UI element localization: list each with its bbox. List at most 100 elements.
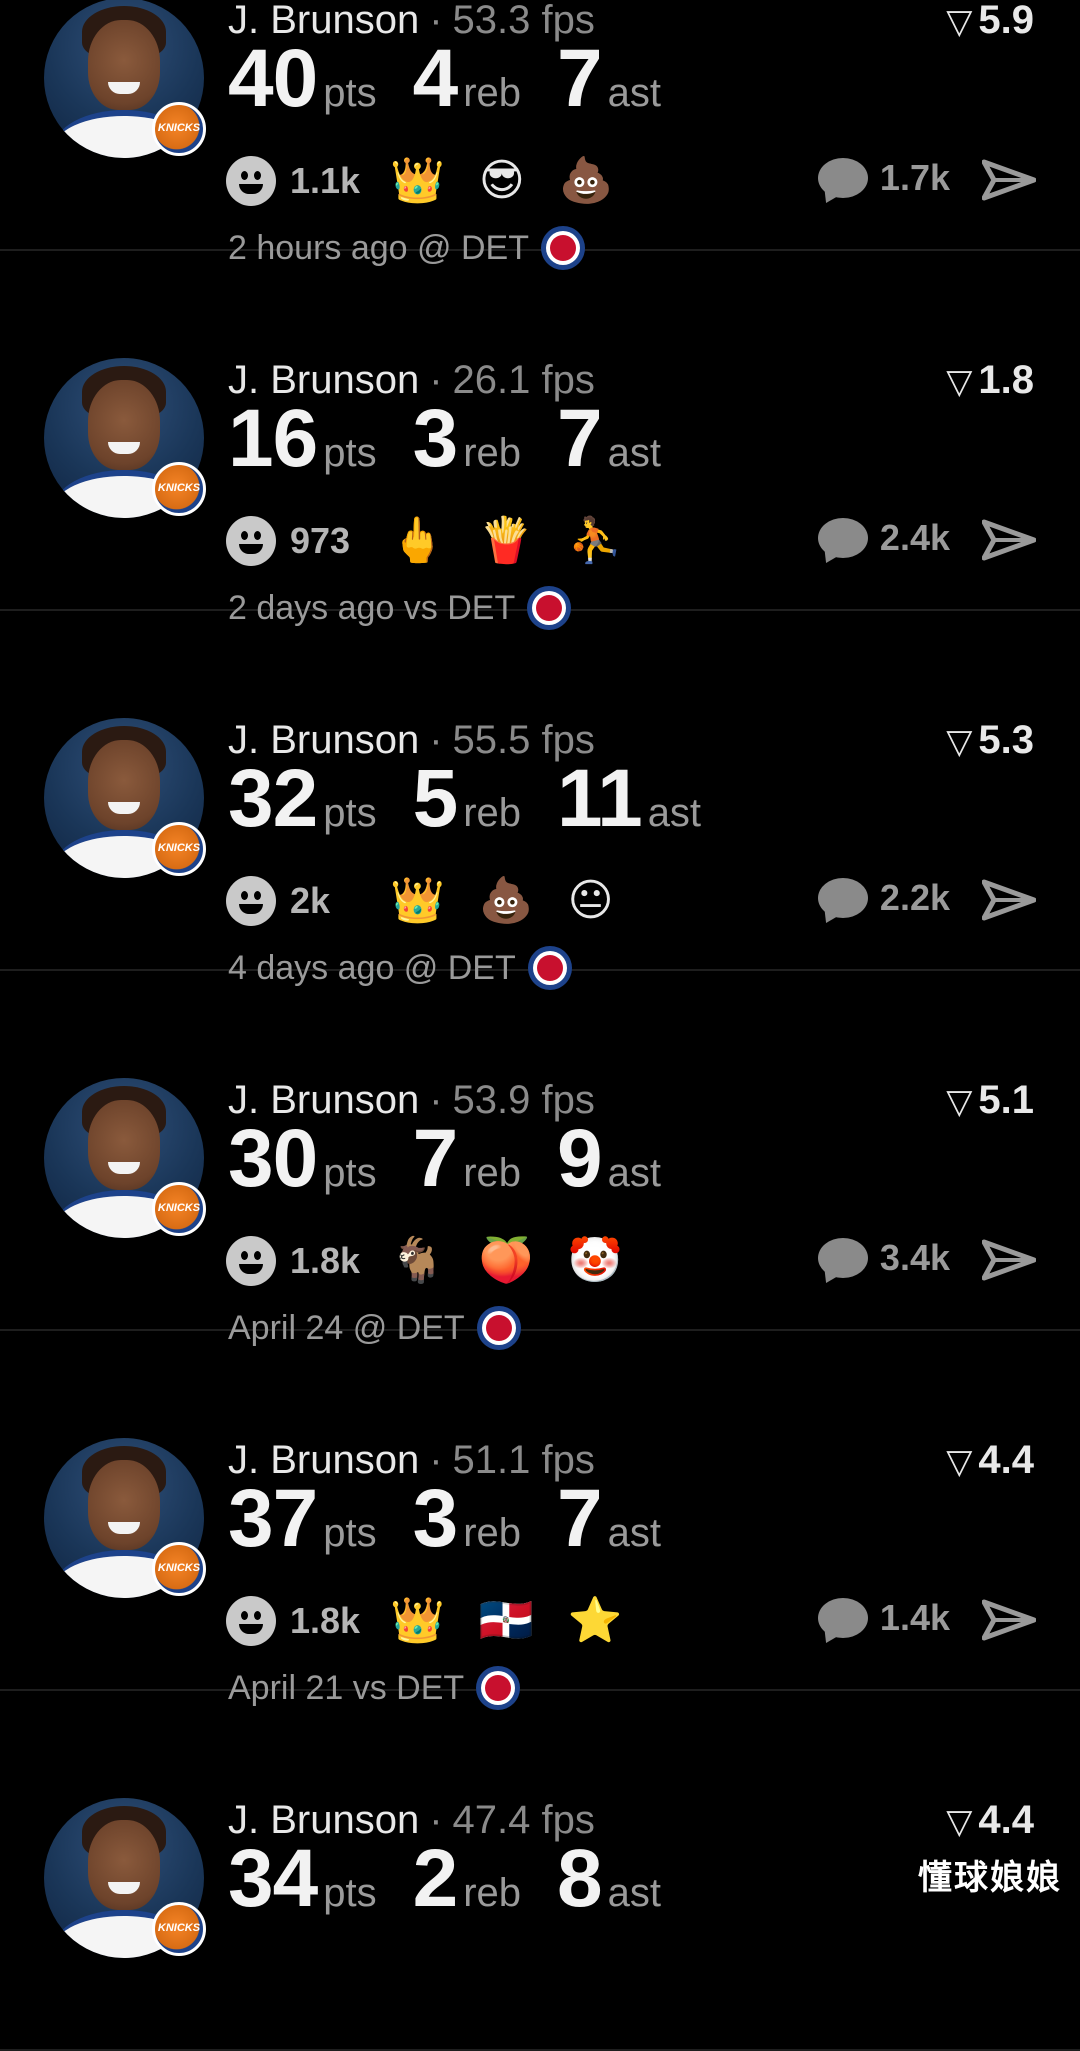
stat-unit: reb — [463, 1151, 521, 1195]
post-card-body[interactable]: KNICKS J. Brunson · 51.1 fps ▽ 4.4 37 pts 3 re… — [0, 1332, 1080, 1710]
stat-value: 7 — [557, 393, 603, 484]
comments-button[interactable]: 3.4k — [817, 1237, 950, 1279]
knicks-badge-icon: KNICKS — [152, 1182, 206, 1236]
stat-line: 37 pts 3 reb 7 ast — [228, 1472, 697, 1566]
comment-count: 1.4k — [879, 1597, 950, 1638]
stat-value: 8 — [557, 1833, 603, 1924]
reaction-emoji[interactable]: 💩 — [559, 159, 614, 203]
post-card[interactable]: KNICKS J. Brunson · 51.1 fps ▽ 4.4 37 pts 3 re… — [0, 1332, 1080, 1710]
comment-count: 2.4k — [879, 517, 950, 558]
stat-unit: ast — [607, 1871, 661, 1915]
reaction-emoji[interactable]: 😐 — [568, 879, 614, 923]
reaction-emoji[interactable]: 💩 — [479, 879, 534, 923]
reaction-count: 973 — [290, 520, 351, 561]
rating-triangle-icon: ▽ — [946, 1443, 973, 1481]
stat-value: 4 — [412, 33, 459, 124]
comments-button[interactable]: 1.7k — [817, 157, 950, 199]
stat-value: 3 — [412, 1473, 459, 1564]
rating-triangle-icon: ▽ — [946, 1083, 973, 1121]
comments-button[interactable]: 2.4k — [817, 517, 950, 559]
stat-line: 30 pts 7 reb 9 ast — [228, 1112, 697, 1206]
stat-value: 3 — [412, 393, 459, 484]
stat-line: 32 pts 5 reb 11 ast — [228, 752, 737, 846]
reaction-emoji[interactable]: 🖕 — [390, 519, 445, 563]
comment-bubble-icon — [817, 158, 868, 198]
rating[interactable]: ▽ 5.9 — [946, 0, 1034, 43]
comment-count: 1.7k — [879, 157, 950, 198]
reactions-bar: 973 🖕 🍟 ⛹ — [226, 514, 656, 568]
stat-value: 5 — [412, 753, 459, 844]
reaction-emoji[interactable]: 🇩🇴 — [479, 1599, 534, 1643]
stat-value: 16 — [228, 393, 318, 484]
rating[interactable]: ▽ 5.1 — [946, 1078, 1034, 1123]
reaction-emoji[interactable]: ⛹ — [568, 519, 623, 563]
post-card[interactable]: KNICKS J. Brunson · 26.1 fps ▽ 1.8 16 pts 3 re… — [0, 252, 1080, 630]
rating-triangle-icon: ▽ — [946, 723, 973, 761]
reaction-emoji[interactable]: 👑 — [390, 1599, 445, 1643]
share-arrow-icon[interactable] — [982, 518, 1036, 562]
stat-value: 7 — [412, 1113, 459, 1204]
knicks-badge-icon: KNICKS — [152, 822, 206, 876]
smiley-icon[interactable] — [226, 156, 276, 206]
share-arrow-icon[interactable] — [982, 1598, 1036, 1642]
stat-value: 30 — [228, 1113, 318, 1204]
stat-unit: ast — [607, 431, 661, 475]
stat-value: 2 — [412, 1833, 459, 1924]
rating[interactable]: ▽ 4.4 — [946, 1798, 1034, 1843]
share-arrow-icon[interactable] — [982, 1238, 1036, 1282]
rating[interactable]: ▽ 1.8 — [946, 358, 1034, 403]
reaction-emoji[interactable]: 👑 — [390, 879, 445, 923]
comment-bubble-icon — [817, 1238, 868, 1278]
stat-unit: reb — [463, 791, 521, 835]
comments-button[interactable]: 2.2k — [817, 877, 950, 919]
smiley-icon[interactable] — [226, 516, 276, 566]
reaction-emoji[interactable]: 😎 — [479, 159, 525, 203]
post-card[interactable]: KNICKS J. Brunson · 53.9 fps ▽ 5.1 30 pts 7 re… — [0, 972, 1080, 1350]
reactions-bar: 2k 👑 💩 😐 — [226, 874, 647, 928]
rating-value: 4.4 — [978, 1798, 1034, 1842]
stat-unit: ast — [647, 791, 702, 835]
stat-unit: pts — [323, 71, 377, 115]
reaction-emoji[interactable]: 🐐 — [390, 1239, 445, 1283]
rating[interactable]: ▽ 5.3 — [946, 718, 1034, 763]
stat-value: 32 — [228, 753, 318, 844]
reactions-bar: 1.8k 👑 🇩🇴 ⭐ — [226, 1594, 656, 1648]
post-card-body[interactable]: KNICKS J. Brunson · 26.1 fps ▽ 1.8 16 pts 3 re… — [0, 252, 1080, 630]
rating-triangle-icon: ▽ — [946, 1803, 973, 1841]
post-card[interactable]: KNICKS J. Brunson · 53.3 fps ▽ 5.9 40 pts 4 re… — [0, 0, 1080, 270]
stat-value: 40 — [228, 33, 318, 124]
smiley-icon[interactable] — [226, 1596, 276, 1646]
comments-button[interactable]: 1.4k — [817, 1597, 950, 1639]
smiley-icon[interactable] — [226, 1236, 276, 1286]
rating[interactable]: ▽ 4.4 — [946, 1438, 1034, 1483]
share-arrow-icon[interactable] — [982, 878, 1036, 922]
post-card[interactable]: KNICKS J. Brunson · 55.5 fps ▽ 5.3 32 pts 5 re… — [0, 612, 1080, 990]
reaction-emoji[interactable]: 👑 — [390, 159, 445, 203]
stat-line: 34 pts 2 reb 8 ast — [228, 1832, 697, 1926]
stat-unit: reb — [463, 431, 521, 475]
reaction-emoji[interactable]: 🍟 — [479, 519, 534, 563]
post-card-body[interactable]: KNICKS J. Brunson · 55.5 fps ▽ 5.3 32 pts 5 re… — [0, 612, 1080, 990]
stat-line: 40 pts 4 reb 7 ast — [228, 32, 697, 126]
rating-value: 5.9 — [978, 0, 1034, 42]
post-card-body[interactable]: KNICKS J. Brunson · 53.9 fps ▽ 5.1 30 pts 7 re… — [0, 972, 1080, 1350]
stat-line: 16 pts 3 reb 7 ast — [228, 392, 697, 486]
smiley-icon[interactable] — [226, 876, 276, 926]
rating-value: 4.4 — [978, 1438, 1034, 1482]
stat-unit: ast — [607, 1151, 661, 1195]
reaction-emoji[interactable]: 🍑 — [479, 1239, 534, 1283]
rating-triangle-icon: ▽ — [946, 363, 973, 401]
reaction-count: 2k — [290, 880, 331, 921]
comment-bubble-icon — [817, 518, 868, 558]
post-card-body[interactable]: KNICKS J. Brunson · 53.3 fps ▽ 5.9 40 pts 4 re… — [0, 0, 1080, 270]
knicks-badge-icon: KNICKS — [152, 1902, 206, 1956]
reaction-emoji[interactable]: ⭐ — [568, 1599, 623, 1643]
stat-unit: pts — [323, 1871, 377, 1915]
stat-value: 7 — [557, 1473, 603, 1564]
knicks-badge-icon: KNICKS — [152, 1542, 206, 1596]
stat-unit: pts — [323, 431, 377, 475]
rating-triangle-icon: ▽ — [946, 3, 973, 41]
rating-value: 5.1 — [978, 1078, 1034, 1122]
reaction-emoji[interactable]: 🤡 — [568, 1239, 623, 1283]
share-arrow-icon[interactable] — [982, 158, 1036, 202]
